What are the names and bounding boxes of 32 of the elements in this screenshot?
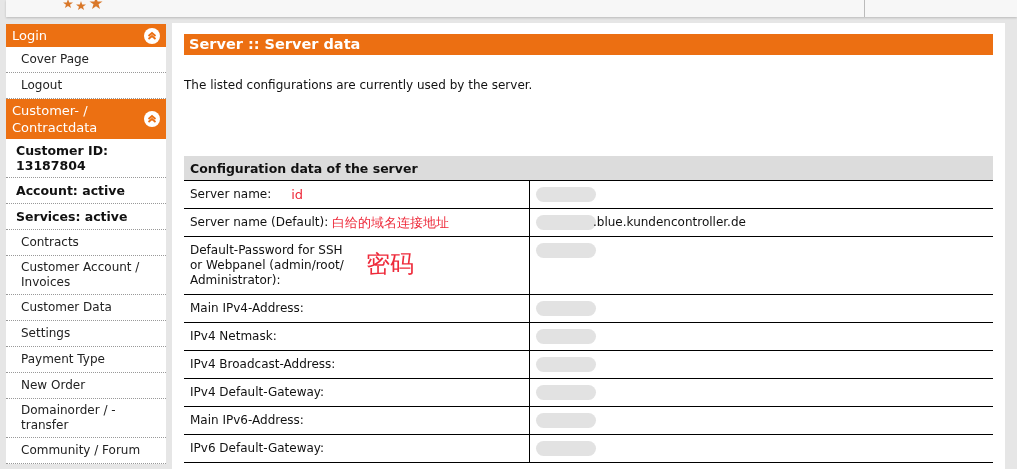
annotation-text: 密码 [366,249,414,279]
sidebar-link[interactable]: Cover Page [16,52,151,67]
field-label: IPv4 Default-Gateway: [190,385,325,400]
annotation-text: id [291,187,304,202]
field-label: Main IPv4-Address: [190,301,304,316]
field-label: Server name: [190,187,272,202]
sidebar-link[interactable]: Logout [16,78,151,93]
sidebar-link[interactable]: New Order [16,378,151,393]
table-heading: Configuration data of the server [184,156,993,181]
field-label: Server name (Default): [190,215,329,230]
stars-icon [62,0,104,10]
sidebar-link[interactable]: Payment Type [16,352,151,367]
sidebar-link[interactable]: Community / Forum [16,443,151,458]
collapse-icon[interactable] [144,111,160,127]
field-label: Main IPv6-Address: [190,413,304,428]
sidebar-link[interactable]: Contracts [16,235,151,250]
collapse-icon[interactable] [144,27,160,44]
sidebar-link[interactable]: Customer Account / Invoices [16,260,151,290]
field-label: IPv6 Default-Gateway: [190,441,325,456]
sidebar-link[interactable]: Settings [16,326,151,341]
sidebar-link[interactable]: Domainorder / -transfer [16,403,151,433]
field-label: IPv4 Broadcast-Address: [190,357,336,372]
page-title: Server :: Server data [184,34,993,55]
account-info: Account: active [16,183,126,198]
account-info: Customer ID: 13187804 [16,143,110,173]
annotation-text: 白给的域名连接地址 [332,215,450,230]
field-label: IPv4 Netmask: [190,329,277,344]
sidebar-link[interactable]: Customer Data [16,300,151,315]
account-info: Services: active [16,209,129,224]
intro-text: The listed configurations are currently used by the server. [184,77,534,94]
field-value: .blue.kundencontroller.de [593,215,746,230]
field-label: Default-Password for SSH or Webpanel (admin/root/ Administrator): [190,243,345,288]
